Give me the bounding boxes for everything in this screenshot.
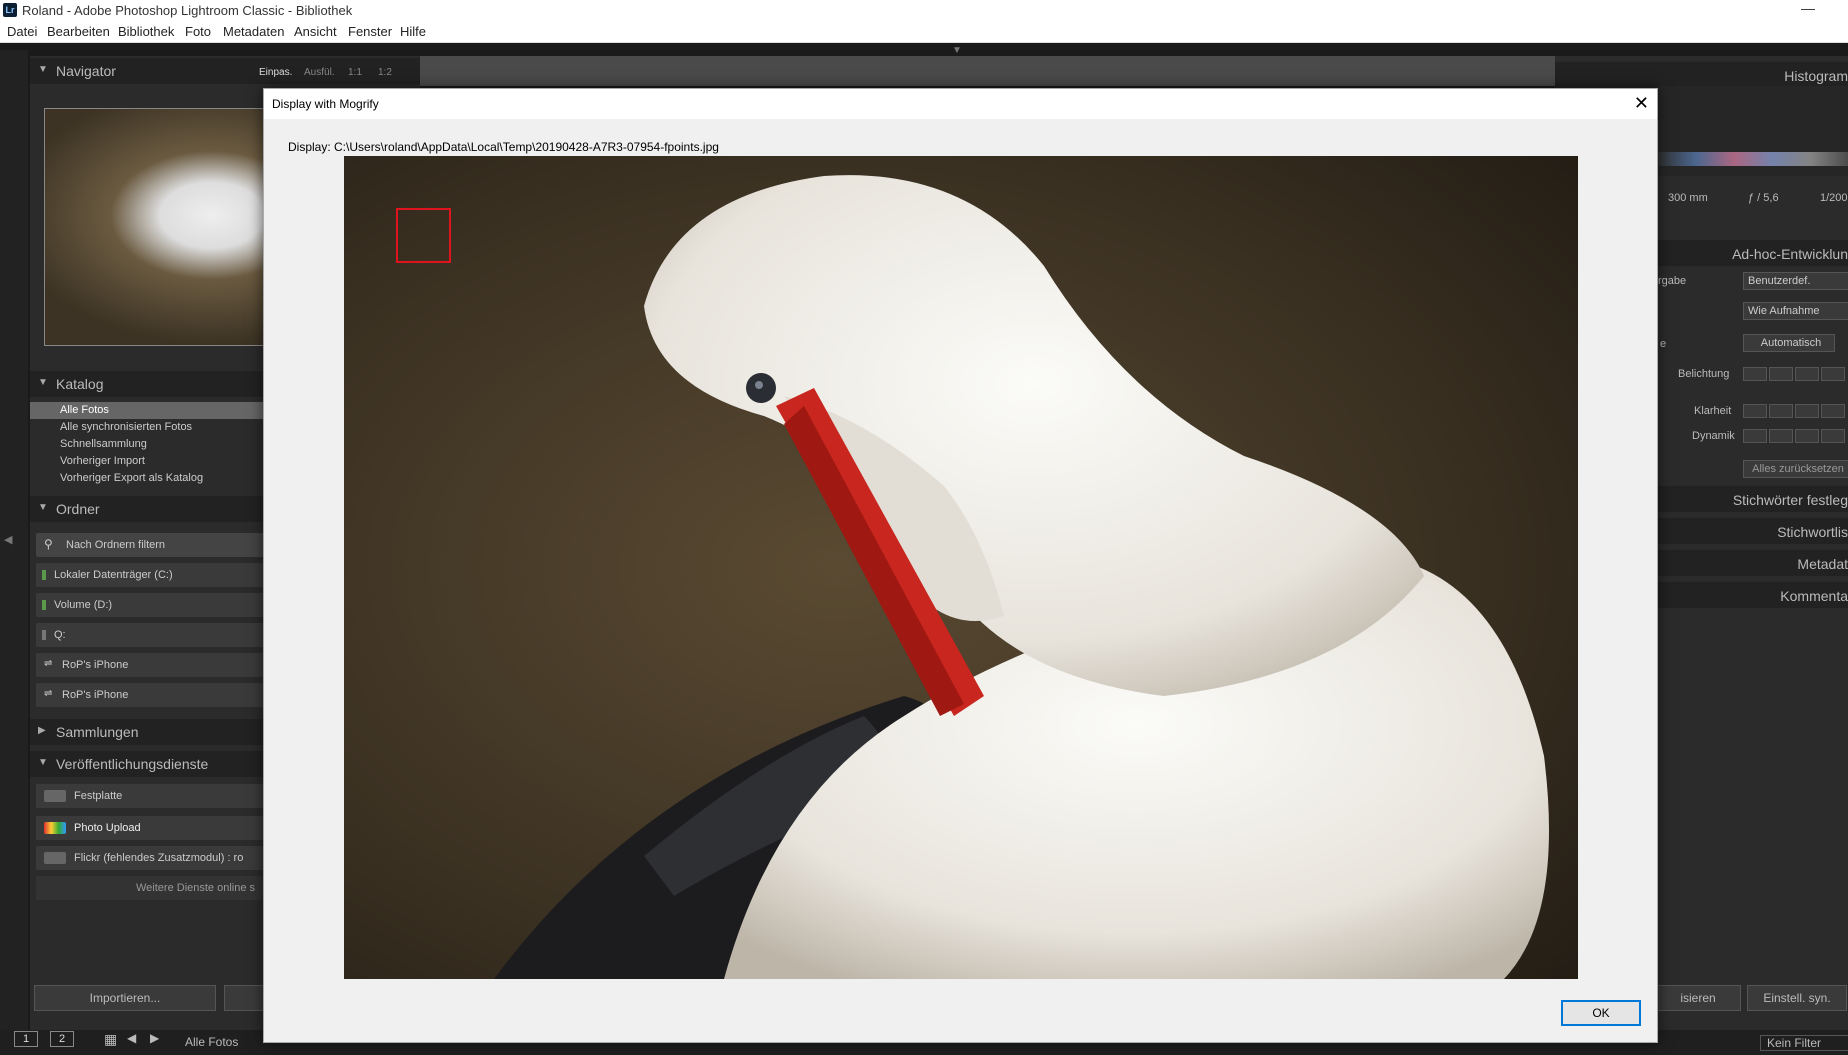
secondary-window-1-button[interactable]: 1 <box>14 1031 38 1047</box>
grid-icon[interactable]: ▦ <box>104 1031 117 1048</box>
metadata-label: Metadat <box>1797 556 1848 572</box>
navigator-label: Navigator <box>56 63 116 79</box>
minimize-icon[interactable]: — <box>1798 0 1818 16</box>
title-bar: Lr Roland - Adobe Photoshop Lightroom Cl… <box>0 0 1848 22</box>
back-arrow-icon[interactable]: ◀ <box>127 1031 136 1045</box>
histogram-graph <box>1658 86 1848 176</box>
collections-label: Sammlungen <box>56 724 139 740</box>
folder-filter-label: Nach Ordnern filtern <box>66 539 166 551</box>
top-panel-toggle-icon[interactable]: ▼ <box>952 45 962 56</box>
import-button[interactable]: Importieren... <box>34 985 216 1011</box>
catalog-item-label: Schnellsammlung <box>60 438 147 450</box>
volume-status-icon <box>42 570 46 580</box>
window-title: Roland - Adobe Photoshop Lightroom Class… <box>22 3 353 18</box>
saved-preset-label: rgabe <box>1658 275 1687 287</box>
catalog-item-label: Vorheriger Import <box>60 455 145 467</box>
ok-button[interactable]: OK <box>1561 1000 1641 1026</box>
dialog-title-bar: Display with Mogrify ✕ <box>264 89 1657 119</box>
menu-bearbeiten[interactable]: Bearbeiten <box>47 24 110 39</box>
auto-tone-button[interactable]: Automatisch <box>1743 334 1835 352</box>
folder-label: Lokaler Datenträger (C:) <box>54 569 173 581</box>
menu-foto[interactable]: Foto <box>185 24 211 39</box>
mogrify-dialog: Display with Mogrify ✕ Display: C:\Users… <box>263 88 1658 1043</box>
exif-aperture: ƒ / 5,6 <box>1748 192 1779 204</box>
search-icon: ⚲ <box>44 537 53 551</box>
publish-service-label: Festplatte <box>74 790 123 802</box>
menu-ansicht[interactable]: Ansicht <box>294 24 337 39</box>
nav-opt-1-1[interactable]: 1:1 <box>348 67 362 78</box>
filter-dropdown[interactable]: Kein Filter <box>1760 1035 1848 1051</box>
vibrance-label: Dynamik <box>1692 430 1735 442</box>
phone-sync-icon: ⇌ <box>44 688 53 699</box>
menu-bibliothek[interactable]: Bibliothek <box>118 24 174 39</box>
filmstrip-source[interactable]: Alle Fotos <box>185 1035 238 1049</box>
exif-shutter: 1/200 <box>1820 192 1848 204</box>
sync-metadata-button[interactable]: isieren <box>1655 985 1741 1011</box>
left-edge-strip: ◀ <box>0 50 28 1030</box>
collapse-triangle-icon: ▼ <box>38 64 48 75</box>
histogram-header[interactable]: Histogram <box>1555 62 1848 88</box>
sync-settings-button[interactable]: Einstell. syn. <box>1747 985 1847 1011</box>
photo-upload-icon <box>44 822 66 834</box>
white-balance-dropdown[interactable]: Wie Aufnahme <box>1743 302 1848 320</box>
histogram-label: Histogram <box>1784 68 1848 84</box>
lightroom-logo-icon: Lr <box>3 3 17 17</box>
exif-focal-length: 300 mm <box>1668 192 1708 204</box>
expand-triangle-icon: ▶ <box>38 725 46 736</box>
folder-label: Q: <box>54 629 66 641</box>
missing-plugin-icon <box>44 852 66 864</box>
comments-label: Kommenta <box>1780 588 1848 604</box>
quick-develop-label: Ad-hoc-Entwicklun <box>1732 246 1848 262</box>
clarity-label: Klarheit <box>1694 405 1732 417</box>
catalog-label: Katalog <box>56 376 104 392</box>
nav-opt-fit[interactable]: Einpas. <box>259 67 292 78</box>
volume-status-icon <box>42 630 46 640</box>
menu-bar: Datei Bearbeiten Bibliothek Foto Metadat… <box>0 22 1848 43</box>
nav-opt-fill[interactable]: Ausfül. <box>304 67 335 78</box>
exposure-label: Belichtung <box>1678 368 1730 380</box>
hard-drive-icon <box>44 790 66 802</box>
forward-arrow-icon[interactable]: ▶ <box>150 1031 159 1045</box>
folders-label: Ordner <box>56 501 100 517</box>
phone-sync-icon: ⇌ <box>44 658 53 669</box>
vibrance-steppers[interactable] <box>1743 429 1847 443</box>
volume-status-icon <box>42 600 46 610</box>
menu-datei[interactable]: Datei <box>7 24 37 39</box>
catalog-item-label: Alle Fotos <box>60 404 109 416</box>
keyword-list-label: Stichwortlis <box>1777 524 1848 540</box>
photo-drawing <box>344 156 1578 979</box>
clarity-steppers[interactable] <box>1743 404 1847 418</box>
nav-opt-1-2[interactable]: 1:2 <box>378 67 392 78</box>
stork-photo <box>344 156 1578 979</box>
catalog-item-label: Vorheriger Export als Katalog <box>60 472 204 484</box>
left-panel-toggle-icon[interactable]: ◀ <box>4 533 12 546</box>
close-icon[interactable]: ✕ <box>1634 93 1649 114</box>
secondary-window-2-button[interactable]: 2 <box>50 1031 74 1047</box>
folder-label: Volume (D:) <box>54 599 113 611</box>
publish-service-label: Flickr (fehlendes Zusatzmodul) : ro <box>74 852 244 864</box>
more-services-label: Weitere Dienste online s <box>136 882 256 894</box>
folder-label: RoP's iPhone <box>62 689 129 701</box>
menu-metadaten[interactable]: Metadaten <box>223 24 284 39</box>
collapse-triangle-icon: ▼ <box>38 757 48 768</box>
saved-preset-dropdown[interactable]: Benutzerdef. <box>1743 272 1848 290</box>
histogram-curve <box>1658 152 1848 166</box>
menu-hilfe[interactable]: Hilfe <box>400 24 426 39</box>
dialog-title: Display with Mogrify <box>272 97 379 111</box>
catalog-item-label: Alle synchronisierten Fotos <box>60 421 193 433</box>
reset-all-button[interactable]: Alles zurücksetzen <box>1743 460 1848 478</box>
folder-label: RoP's iPhone <box>62 659 129 671</box>
menu-fenster[interactable]: Fenster <box>348 24 392 39</box>
exposure-steppers[interactable] <box>1743 367 1847 381</box>
tone-control-label: e <box>1660 338 1667 350</box>
keywording-label: Stichwörter festleg <box>1732 492 1848 508</box>
display-path-label: Display: C:\Users\roland\AppData\Local\T… <box>288 140 719 154</box>
collapse-triangle-icon: ▼ <box>38 502 48 513</box>
publish-label: Veröffentlichungsdienste <box>56 756 209 772</box>
collapse-triangle-icon: ▼ <box>38 377 48 388</box>
publish-service-label: Photo Upload <box>74 822 141 834</box>
center-toolbar-strip <box>420 56 1555 86</box>
